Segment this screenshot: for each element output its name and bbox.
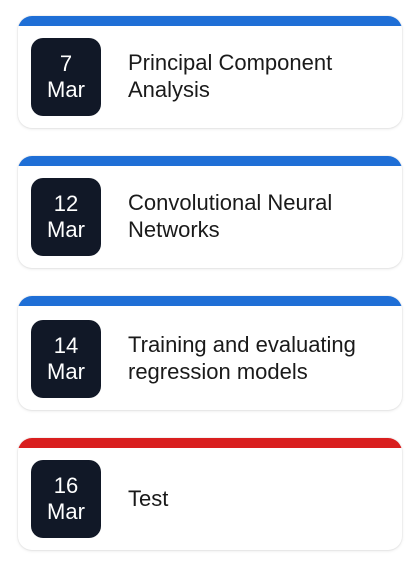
date-day: 12 [53,191,79,216]
event-card[interactable]: 16 Mar Test [18,438,402,550]
date-day: 14 [53,333,79,358]
accent-bar [18,156,402,166]
date-badge: 14 Mar [31,320,101,398]
event-title: Training and evaluating regression model… [128,332,356,384]
accent-bar [18,16,402,26]
date-badge: 12 Mar [31,178,101,256]
date-badge: 16 Mar [31,460,101,538]
event-card[interactable]: 7 Mar Principal Component Analysis [18,16,402,128]
accent-bar [18,296,402,306]
date-day: 16 [53,473,79,498]
event-title: Test [128,485,169,511]
date-month: Mar [47,499,85,524]
accent-bar [18,438,402,448]
date-month: Mar [47,217,85,242]
event-card[interactable]: 14 Mar Training and evaluating regressio… [18,296,402,410]
event-title: Principal Component Analysis [128,50,333,102]
date-month: Mar [47,359,85,384]
event-title: Convolutional Neural Networks [128,190,333,242]
event-card[interactable]: 12 Mar Convolutional Neural Networks [18,156,402,268]
date-day: 7 [59,51,73,76]
date-month: Mar [47,77,85,102]
date-badge: 7 Mar [31,38,101,116]
